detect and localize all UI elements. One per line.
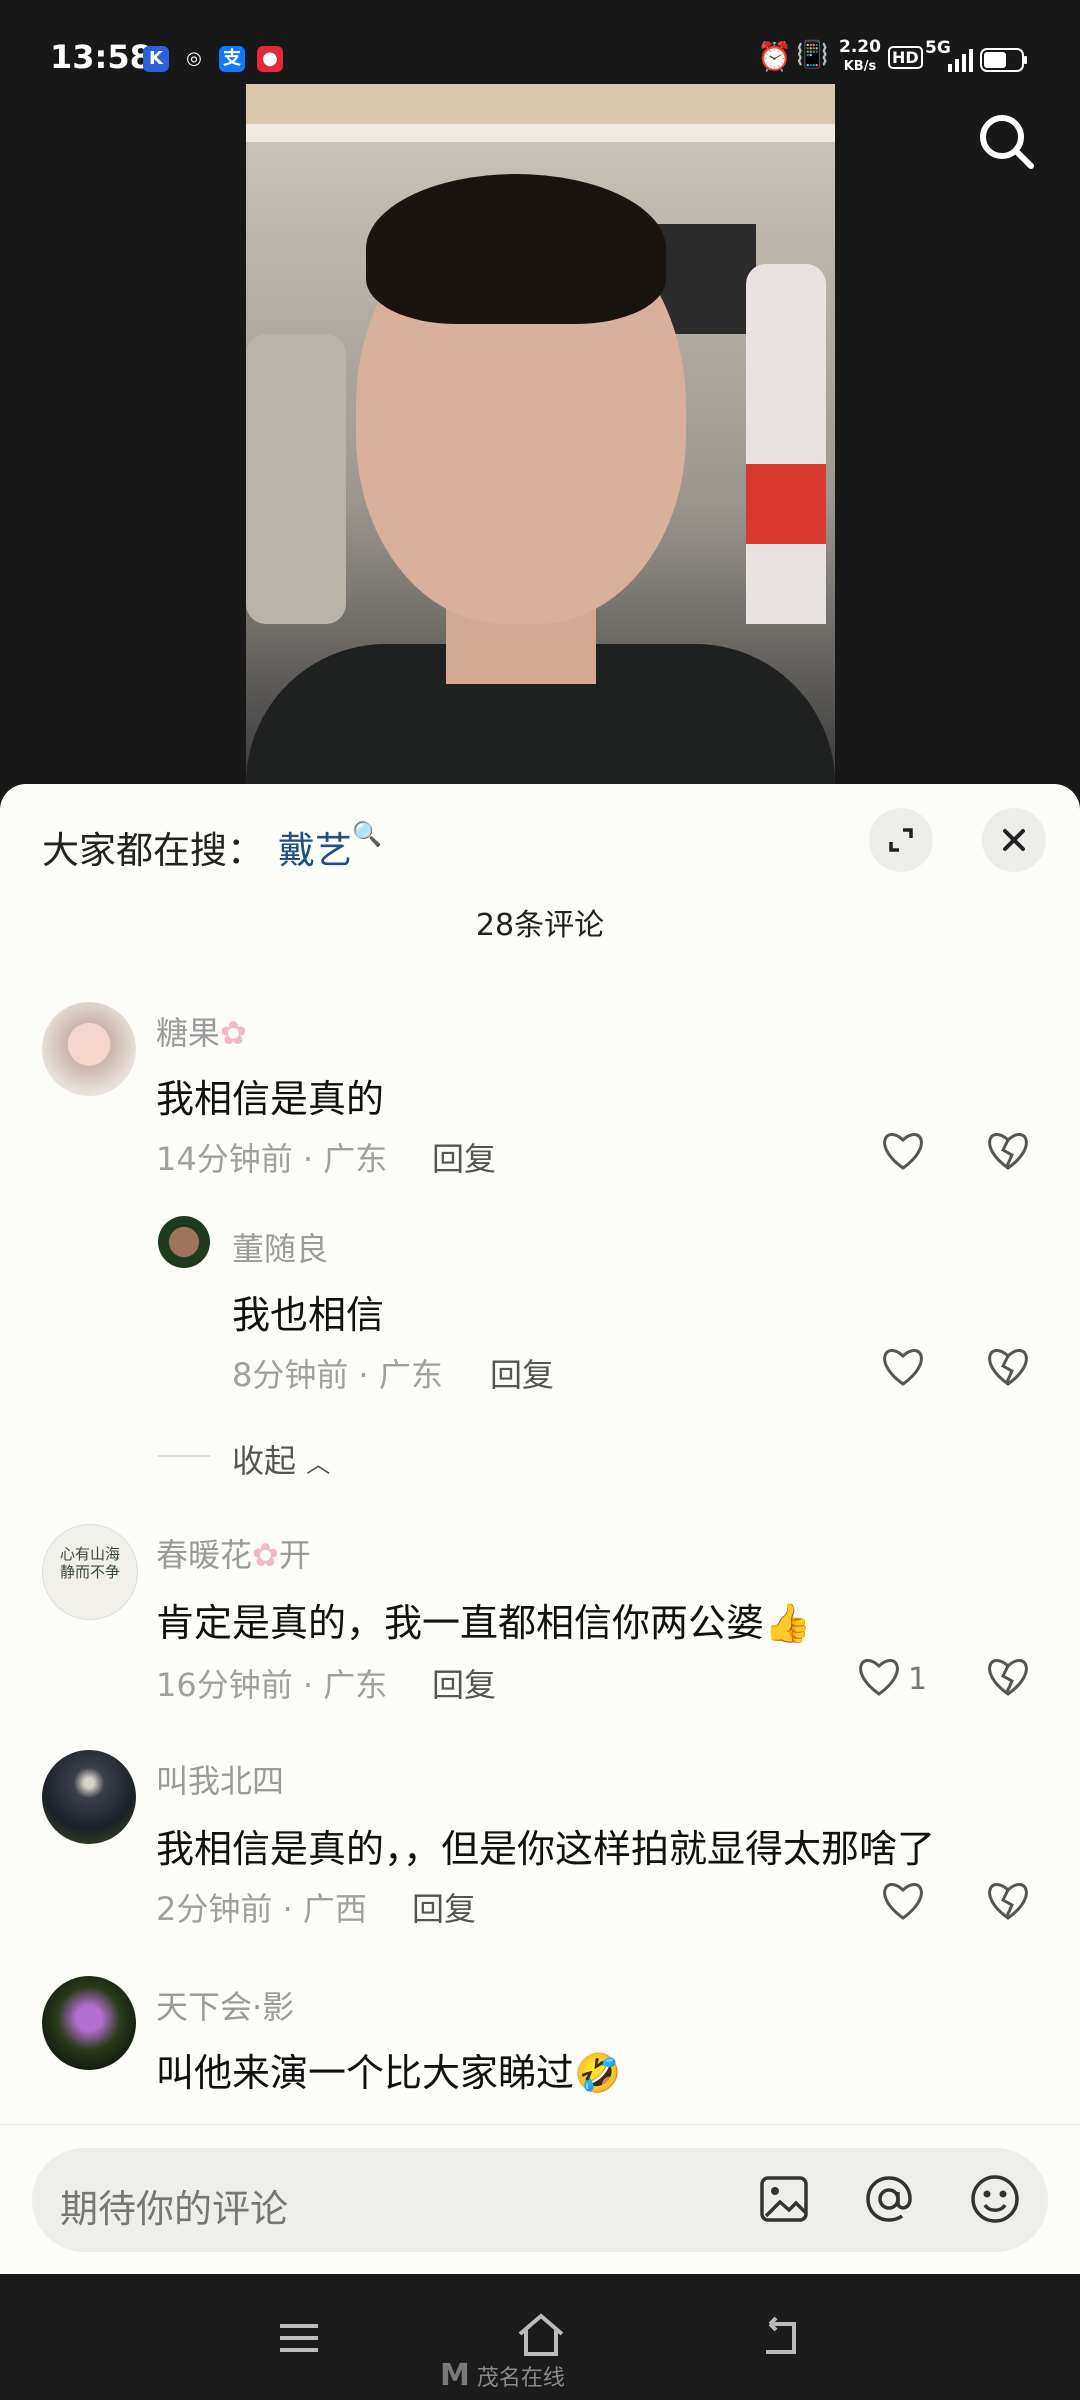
like-button[interactable]: [880, 1128, 926, 1176]
person-hair: [366, 174, 666, 324]
image-icon: [760, 2176, 808, 2222]
at-icon: [866, 2176, 912, 2222]
chevron-up-icon: ︿: [306, 1450, 331, 1478]
comment-meta: 2分钟前 · 广西: [156, 1890, 367, 1928]
broken-heart-icon: [988, 1883, 1028, 1920]
app-notification-icon: ◎: [186, 48, 202, 69]
close-button[interactable]: [982, 808, 1046, 872]
emoji-icon: [971, 2175, 1019, 2223]
app-notification-icon: ●: [257, 46, 283, 72]
status-bar: 13:58 K ◎ 支 ● ⏰ 📳 2.20 KB/s HD 5G: [0, 0, 1080, 84]
collapse-replies-button[interactable]: 收起 ︿: [232, 1436, 330, 1482]
video-background-shelf: [246, 124, 835, 142]
comment-text: 肯定是真的，我一直都相信你两公婆👍: [156, 1601, 812, 1645]
reply-button[interactable]: 回复: [432, 1660, 496, 1706]
heart-icon: [859, 1659, 899, 1696]
back-button[interactable]: [758, 2314, 804, 2362]
search-button[interactable]: [975, 110, 1039, 174]
reply-button[interactable]: 回复: [490, 1350, 554, 1396]
comment-username[interactable]: 天下会·影: [156, 1982, 294, 2028]
comment-meta: 14分钟前 · 广东: [156, 1140, 388, 1178]
avatar[interactable]: [42, 1002, 136, 1096]
dislike-button[interactable]: [985, 1654, 1031, 1702]
alarm-icon: ⏰: [757, 40, 792, 73]
comment-username[interactable]: 糖果✿: [156, 1008, 247, 1054]
comment-text: 叫他来演一个比大家睇过🤣: [156, 2051, 622, 2095]
home-icon: [518, 2313, 564, 2356]
reply-button[interactable]: 回复: [432, 1134, 496, 1180]
thumbs-up-emoji: 👍: [764, 1601, 812, 1645]
heart-icon: [883, 1349, 923, 1386]
like-button[interactable]: [856, 1654, 902, 1702]
comment-placeholder: 期待你的评论: [60, 2187, 289, 2231]
heart-icon: [883, 1883, 923, 1920]
watermark: M 茂名在线: [440, 2358, 565, 2393]
net-speed: 2.20 KB/s: [839, 37, 881, 74]
search-icon: 🔍: [352, 820, 382, 848]
app-notification-icon: K: [143, 46, 169, 72]
expand-button[interactable]: [869, 808, 933, 872]
avatar-calligraphy: 心有山海 静而不争: [59, 1545, 120, 1581]
dislike-button[interactable]: [985, 1128, 1031, 1176]
broken-heart-icon: [988, 1349, 1028, 1386]
reply-button[interactable]: 回复: [412, 1884, 476, 1930]
avatar[interactable]: 心有山海 静而不争: [42, 1524, 138, 1620]
trending-search-link[interactable]: 戴艺🔍: [278, 820, 382, 874]
comment-username[interactable]: 春暖花✿开: [156, 1530, 311, 1576]
comment-text: 我也相信: [232, 1293, 385, 1337]
comment-text: 我相信是真的，，但是你这样拍就显得太那啥了: [156, 1827, 936, 1871]
menu-button[interactable]: [276, 2318, 322, 2362]
emoji-button[interactable]: [968, 2172, 1022, 2230]
divider: [158, 1455, 210, 1457]
battery-icon: [980, 48, 1028, 76]
home-button[interactable]: [514, 2312, 568, 2362]
signal-icon: [947, 46, 973, 76]
vibrate-icon: 📳: [796, 40, 829, 70]
status-time: 13:58: [50, 38, 152, 76]
alipay-icon: 支: [219, 46, 245, 72]
comment-count: 28条评论: [475, 908, 605, 943]
like-count: 1: [908, 1662, 928, 1697]
heart-icon: [883, 1133, 923, 1170]
avatar[interactable]: [158, 1216, 210, 1268]
broken-heart-icon: [988, 1659, 1028, 1696]
dislike-button[interactable]: [985, 1878, 1031, 1926]
video-background-shelf: [246, 84, 835, 124]
menu-icon: [280, 2324, 318, 2352]
dislike-button[interactable]: [985, 1344, 1031, 1392]
close-icon: [1003, 829, 1025, 851]
image-button[interactable]: [758, 2172, 812, 2230]
bottle-label: [746, 464, 826, 544]
like-button[interactable]: [880, 1878, 926, 1926]
avatar[interactable]: [42, 1750, 136, 1844]
avatar[interactable]: [42, 1976, 136, 2070]
mention-button[interactable]: [862, 2172, 916, 2230]
expand-icon: [889, 828, 913, 852]
video-background-bottle: [746, 264, 826, 624]
search-icon: [980, 115, 1034, 169]
broken-heart-icon: [988, 1133, 1028, 1170]
comment-username[interactable]: 叫我北四: [156, 1756, 284, 1802]
hd-badge: HD: [888, 46, 923, 69]
back-icon: [766, 2316, 796, 2354]
comment-text: 我相信是真的: [156, 1077, 385, 1121]
comment-username[interactable]: 董随良: [232, 1224, 328, 1270]
video-player[interactable]: [246, 84, 835, 784]
comment-meta: 16分钟前 · 广东: [156, 1666, 388, 1704]
comment-meta: 8分钟前 · 广东: [232, 1356, 443, 1394]
like-button[interactable]: [880, 1344, 926, 1392]
video-background-jar: [246, 334, 346, 624]
trending-label: 大家都在搜：: [42, 829, 264, 872]
laughing-crying-emoji: 🤣: [574, 2051, 622, 2095]
